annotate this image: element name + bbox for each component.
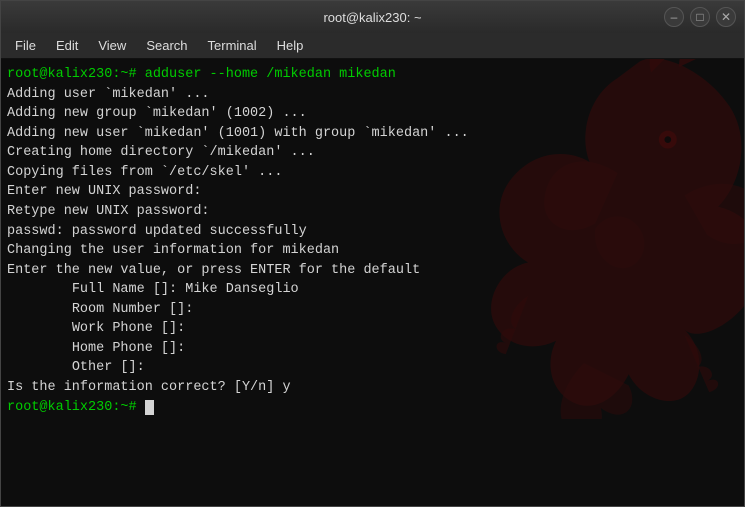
terminal-line: Home Phone []:: [7, 339, 738, 359]
menu-terminal[interactable]: Terminal: [198, 36, 267, 55]
terminal-line: Full Name []: Mike Danseglio: [7, 280, 738, 300]
title-bar: root@kalix230: ~ – □ ✕: [1, 1, 744, 33]
terminal-line: root@kalix230:~#: [7, 398, 738, 418]
minimize-button[interactable]: –: [664, 7, 684, 27]
terminal-lines: root@kalix230:~# adduser --home /mikedan…: [7, 65, 738, 417]
terminal-line: Other []:: [7, 358, 738, 378]
terminal-line: Creating home directory `/mikedan' ...: [7, 143, 738, 163]
terminal-window: root@kalix230: ~ – □ ✕ File Edit View Se…: [0, 0, 745, 507]
menu-search[interactable]: Search: [136, 36, 197, 55]
terminal-line: passwd: password updated successfully: [7, 222, 738, 242]
terminal-line: Enter new UNIX password:: [7, 182, 738, 202]
terminal-line: Room Number []:: [7, 300, 738, 320]
menu-help[interactable]: Help: [267, 36, 314, 55]
menu-edit[interactable]: Edit: [46, 36, 88, 55]
terminal-line: Work Phone []:: [7, 319, 738, 339]
terminal-line: root@kalix230:~# adduser --home /mikedan…: [7, 65, 738, 85]
terminal-line: Is the information correct? [Y/n] y: [7, 378, 738, 398]
window-title: root@kalix230: ~: [323, 10, 421, 25]
terminal-line: Adding new user `mikedan' (1001) with gr…: [7, 124, 738, 144]
terminal-line: Changing the user information for mikeda…: [7, 241, 738, 261]
terminal-line: Adding user `mikedan' ...: [7, 85, 738, 105]
maximize-button[interactable]: □: [690, 7, 710, 27]
menu-bar: File Edit View Search Terminal Help: [1, 33, 744, 59]
terminal-line: Retype new UNIX password:: [7, 202, 738, 222]
terminal-cursor: [145, 400, 154, 415]
close-button[interactable]: ✕: [716, 7, 736, 27]
terminal-line: Adding new group `mikedan' (1002) ...: [7, 104, 738, 124]
menu-view[interactable]: View: [88, 36, 136, 55]
menu-file[interactable]: File: [5, 36, 46, 55]
terminal-line: Enter the new value, or press ENTER for …: [7, 261, 738, 281]
terminal-line: Copying files from `/etc/skel' ...: [7, 163, 738, 183]
terminal-output[interactable]: root@kalix230:~# adduser --home /mikedan…: [1, 59, 744, 506]
window-controls: – □ ✕: [664, 7, 736, 27]
